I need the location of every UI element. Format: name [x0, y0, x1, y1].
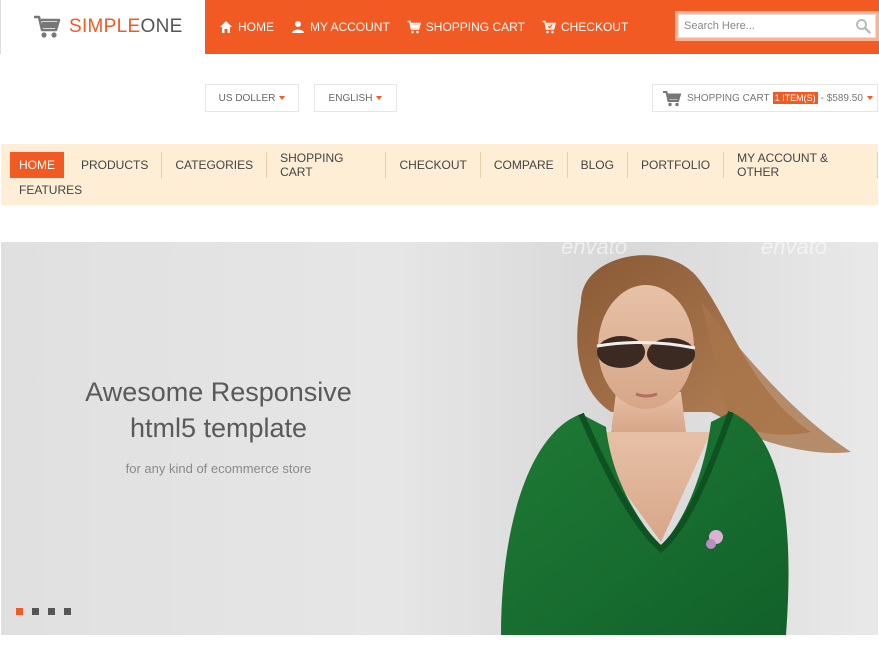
main-nav-home[interactable]: HOME: [10, 151, 64, 178]
slider-dot-3[interactable]: [48, 608, 55, 615]
main-nav-categories[interactable]: CATEGORIES: [162, 151, 268, 178]
top-nav-checkout[interactable]: CHECKOUT: [542, 20, 628, 34]
slider-dot-4[interactable]: [64, 608, 71, 615]
slider-dot-2[interactable]: [32, 608, 39, 615]
search-box: [675, 11, 879, 41]
main-nav-checkout[interactable]: CHECKOUT: [386, 151, 481, 178]
language-dropdown[interactable]: ENGLISH: [314, 84, 397, 112]
top-nav-home-label: HOME: [238, 20, 274, 34]
language-label: ENGLISH: [328, 92, 373, 104]
main-nav-row: HOME PRODUCTS CATEGORIES SHOPPING CART C…: [1, 144, 878, 180]
hero-slider[interactable]: envato envato envato envato: [1, 242, 878, 635]
top-nav: HOME MY ACCOUNT SHOPPING CART CHECKOUT: [219, 0, 628, 54]
cart-total: - $589.50: [820, 92, 863, 104]
slide-title: Awesome Responsive html5 template: [1, 374, 436, 446]
top-nav-my-account[interactable]: MY ACCOUNT: [291, 20, 390, 34]
top-nav-shopping-cart-label: SHOPPING CART: [425, 20, 525, 34]
cart-icon: [407, 20, 421, 34]
logo-cart-icon: [34, 15, 61, 38]
cart-icon: [663, 90, 682, 106]
top-nav-checkout-label: CHECKOUT: [560, 20, 629, 34]
slider-dot-1[interactable]: [16, 608, 23, 615]
main-nav-products[interactable]: PRODUCTS: [68, 151, 163, 178]
checkout-icon: [542, 20, 556, 34]
search-icon[interactable]: [855, 18, 871, 34]
top-nav-shopping-cart[interactable]: SHOPPING CART: [407, 20, 525, 34]
main-nav-shopping-cart[interactable]: SHOPPING CART: [267, 151, 387, 179]
cart-summary-label: SHOPPING CART: [687, 92, 770, 104]
main-nav-my-account-other[interactable]: MY ACCOUNT & OTHER: [724, 151, 878, 179]
home-icon: [220, 21, 232, 33]
main-nav: HOME PRODUCTS CATEGORIES SHOPPING CART C…: [1, 144, 878, 205]
top-nav-my-account-label: MY ACCOUNT: [310, 20, 390, 34]
slide-title-line-1: Awesome Responsive: [85, 377, 352, 407]
currency-dropdown[interactable]: US DOLLER: [205, 84, 299, 112]
top-header: SIMPLEONE HOME MY ACCOUNT SHOPPING CART …: [0, 0, 879, 54]
cart-item-count-badge: 1 ITEM(S): [772, 92, 818, 104]
search-field-wrapper: [678, 14, 876, 38]
logo[interactable]: SIMPLEONE: [0, 0, 205, 54]
main-nav-portfolio[interactable]: PORTFOLIO: [628, 151, 725, 178]
top-nav-bar: HOME MY ACCOUNT SHOPPING CART CHECKOUT: [205, 0, 879, 54]
slide-subtitle: for any kind of ecommerce store: [125, 461, 312, 476]
main-nav-features[interactable]: FEATURES: [19, 181, 82, 199]
user-icon: [292, 21, 304, 33]
caret-down-icon: [376, 96, 383, 100]
caret-down-icon: [279, 96, 286, 100]
slider-pagination: [16, 608, 71, 615]
main-nav-blog[interactable]: BLOG: [568, 151, 628, 178]
cart-summary-dropdown[interactable]: SHOPPING CART 1 ITEM(S) - $589.50: [652, 84, 878, 112]
logo-text: SIMPLEONE: [69, 16, 183, 37]
search-input[interactable]: [679, 15, 849, 37]
model-photo: [431, 242, 851, 635]
caret-down-icon: [866, 96, 873, 100]
main-nav-compare[interactable]: COMPARE: [481, 151, 568, 178]
main-nav-row-2: FEATURES: [1, 180, 878, 200]
slide-title-line-2: html5 template: [129, 413, 308, 443]
top-nav-home[interactable]: HOME: [219, 20, 274, 34]
currency-label: US DOLLER: [218, 92, 276, 104]
